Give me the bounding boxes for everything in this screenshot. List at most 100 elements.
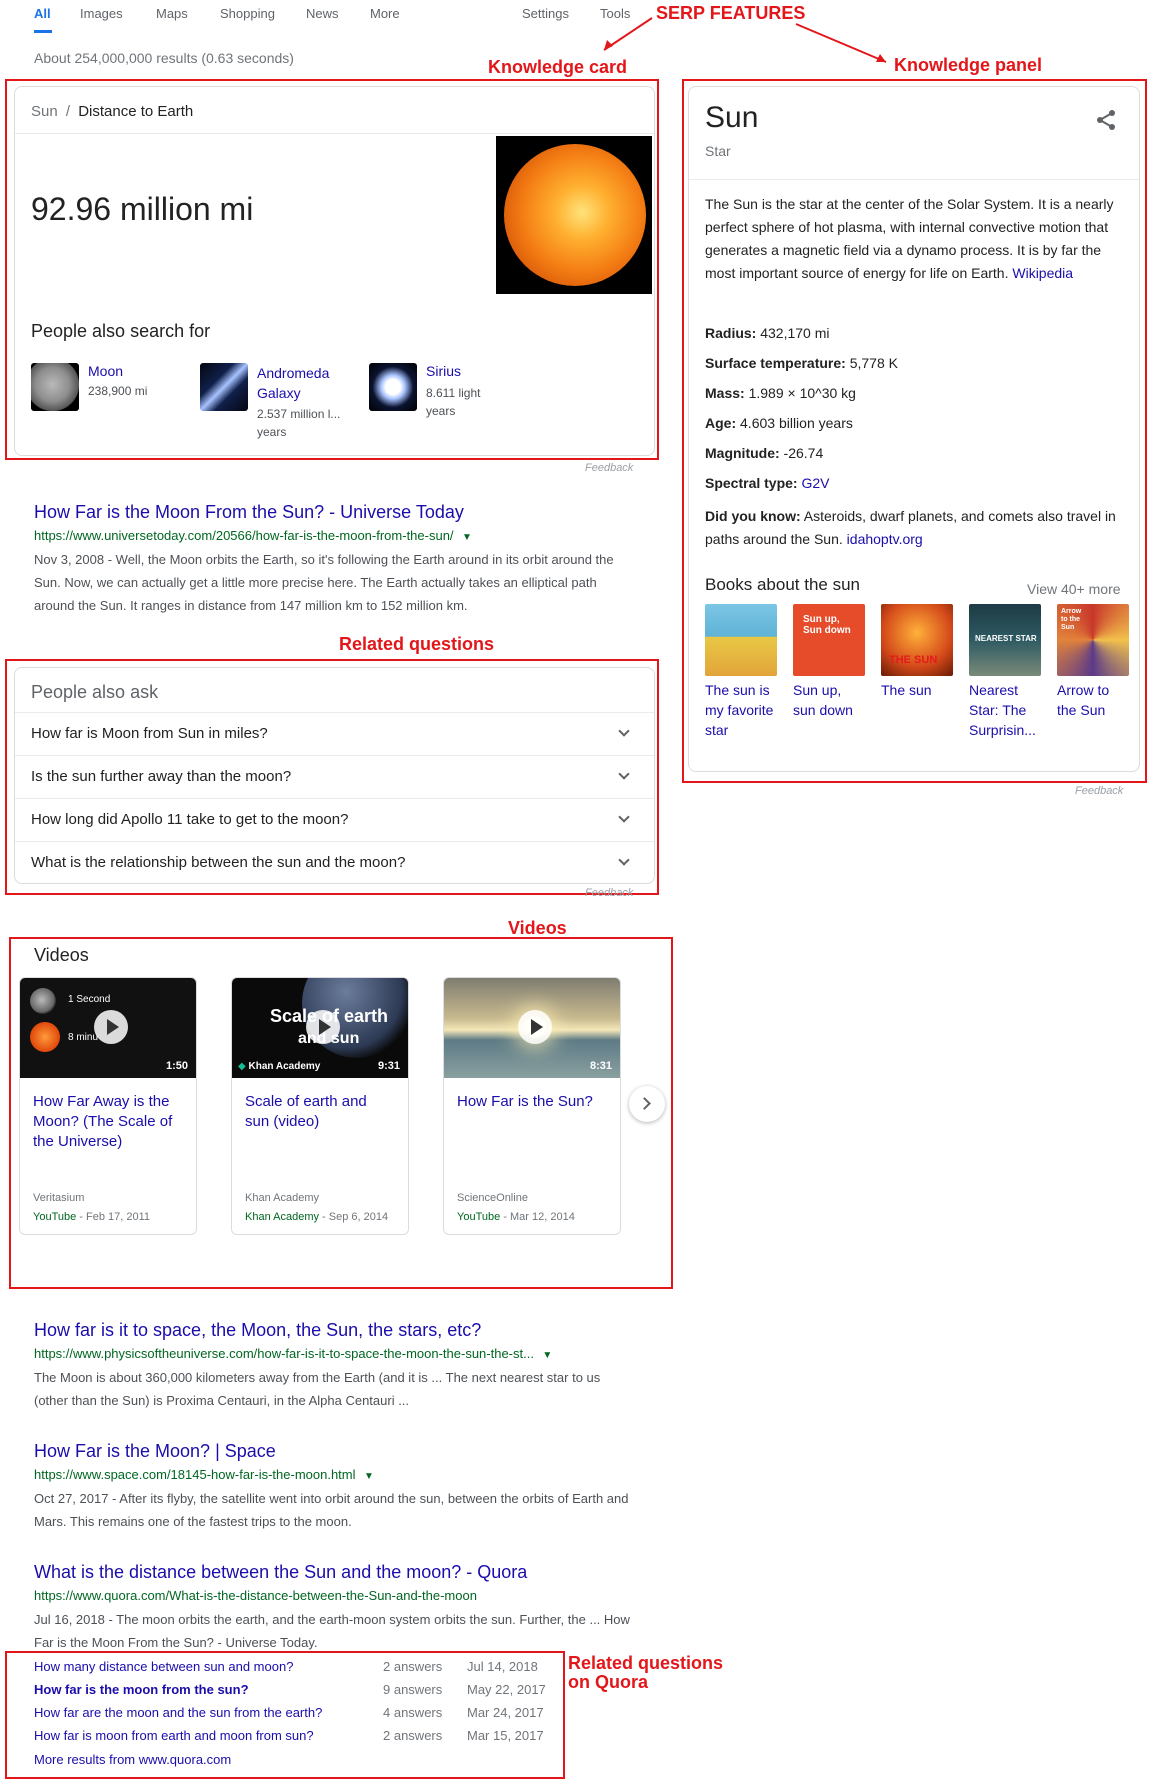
result-title[interactable]: What is the distance between the Sun and… xyxy=(34,1562,634,1583)
knowledge-panel-feedback[interactable]: Feedback xyxy=(1075,785,1123,797)
annotation-knowledge-card: Knowledge card xyxy=(488,57,628,77)
result-title[interactable]: How Far is the Moon From the Sun? - Univ… xyxy=(34,502,634,523)
video-card[interactable]: 8:31 How Far is the Sun? ScienceOnline Y… xyxy=(443,977,621,1235)
result-stats: About 254,000,000 results (0.63 seconds) xyxy=(34,50,294,66)
videos-heading: Videos xyxy=(34,945,89,965)
quora-question[interactable]: How far is the moon from the sun? xyxy=(34,1682,249,1697)
book-item[interactable]: The sun is my favorite star xyxy=(705,604,779,740)
paa-question[interactable]: How long did Apollo 11 take to get to th… xyxy=(15,798,654,841)
quora-question-row[interactable]: How far is moon from earth and moon from… xyxy=(34,1728,604,1748)
quora-more-results-link[interactable]: More results from www.quora.com xyxy=(34,1752,231,1767)
distance-answer: 92.96 million mi xyxy=(31,191,254,227)
book-title[interactable]: Arrow to the Sun xyxy=(1057,680,1131,720)
video-source: Khan Academy - Sep 6, 2014 xyxy=(245,1211,389,1223)
quora-date: May 22, 2017 xyxy=(467,1682,546,1697)
idahoptv-link[interactable]: idahoptv.org xyxy=(847,531,923,547)
knowledge-card-feedback[interactable]: Feedback xyxy=(585,462,633,474)
result-menu-caret-icon[interactable]: ▼ xyxy=(462,532,472,543)
book-title[interactable]: The sun is my favorite star xyxy=(705,680,779,740)
book-title[interactable]: The sun xyxy=(881,680,955,700)
video-thumbnail: Scale of earth and sun ◆ Khan Academy 9:… xyxy=(232,978,408,1078)
quora-question-row[interactable]: How many distance between sun and moon? … xyxy=(34,1659,604,1679)
also-search-name[interactable]: Moon xyxy=(88,363,123,379)
book-title[interactable]: Sun up, sun down xyxy=(793,680,867,720)
result-title[interactable]: How far is it to space, the Moon, the Su… xyxy=(34,1320,634,1341)
result-menu-caret-icon[interactable]: ▼ xyxy=(542,1350,552,1361)
quora-answers: 9 answers xyxy=(383,1682,443,1697)
result-menu-caret-icon[interactable]: ▼ xyxy=(364,1471,374,1482)
video-duration: 1:50 xyxy=(165,1060,188,1072)
videos-carousel: Videos 1 Second 8 minu 1:50 How Far Away… xyxy=(19,937,669,1287)
knowledge-card: Sun / Distance to Earth 92.96 million mi… xyxy=(14,86,655,456)
play-icon[interactable] xyxy=(306,1010,340,1044)
paa-question[interactable]: How far is Moon from Sun in miles? xyxy=(15,712,654,755)
video-title[interactable]: How Far is the Sun? xyxy=(457,1092,607,1112)
play-icon[interactable] xyxy=(94,1010,128,1044)
book-cover-text: Sun up, Sun down xyxy=(803,614,851,636)
book-item[interactable]: Sun up, Sun down Sun up, sun down xyxy=(793,604,867,720)
also-search-item-andromeda[interactable]: Andromeda Galaxy 2.537 million l... year… xyxy=(200,363,350,443)
divider xyxy=(15,133,654,134)
video-thumbnail: 8:31 xyxy=(444,978,620,1078)
quora-questions: How many distance between sun and moon? … xyxy=(34,1659,564,1775)
share-icon[interactable] xyxy=(1095,109,1117,131)
quora-more-row[interactable]: More results from www.quora.com xyxy=(34,1752,604,1772)
video-card[interactable]: 1 Second 8 minu 1:50 How Far Away is the… xyxy=(19,977,197,1235)
video-title[interactable]: How Far Away is the Moon? (The Scale of … xyxy=(33,1092,183,1152)
quora-question-row[interactable]: How far are the moon and the sun from th… xyxy=(34,1705,604,1725)
books-heading: Books about the sun xyxy=(705,575,861,594)
paa-question[interactable]: Is the sun further away than the moon? xyxy=(15,755,654,798)
also-search-item-moon[interactable]: Moon 238,900 mi xyxy=(31,363,181,443)
quora-date: Jul 14, 2018 xyxy=(467,1659,538,1674)
book-item[interactable]: Arrow to the Sun Arrow to the Sun xyxy=(1057,604,1131,720)
also-search-name[interactable]: Sirius xyxy=(426,363,461,379)
wikipedia-link[interactable]: Wikipedia xyxy=(1012,265,1073,281)
quora-question[interactable]: How far is moon from earth and moon from… xyxy=(34,1728,314,1743)
annotation-knowledge-panel: Knowledge panel xyxy=(894,55,1043,75)
khan-academy-badge: ◆ Khan Academy xyxy=(238,1061,321,1072)
people-also-ask-heading: People also ask xyxy=(31,682,159,702)
paa-question[interactable]: What is the relationship between the sun… xyxy=(15,841,654,884)
video-channel: ScienceOnline xyxy=(457,1192,528,1204)
result-url[interactable]: https://www.universetoday.com/20566/how-… xyxy=(34,528,454,543)
book-title[interactable]: Nearest Star: The Surprisin... xyxy=(969,680,1043,740)
result-url[interactable]: https://www.physicsoftheuniverse.com/how… xyxy=(34,1346,534,1361)
paa-feedback[interactable]: Feedback xyxy=(585,887,633,899)
book-cover-text: Arrow to the Sun xyxy=(1061,608,1082,631)
carousel-next-button[interactable] xyxy=(629,1086,665,1122)
paa-question-text: How far is Moon from Sun in miles? xyxy=(31,725,268,742)
panel-title: Sun xyxy=(705,101,759,134)
book-cover xyxy=(705,604,777,676)
search-result: How Far is the Moon? | Space https://www… xyxy=(34,1441,634,1533)
fact-surface-temperature: Surface temperature: 5,778 K xyxy=(705,355,898,371)
search-result: What is the distance between the Sun and… xyxy=(34,1562,634,1654)
video-title[interactable]: Scale of earth and sun (video) xyxy=(245,1092,395,1132)
chevron-down-icon xyxy=(618,811,630,823)
view-more-link[interactable]: View 40+ more xyxy=(1027,581,1121,597)
video-thumbnail: 1 Second 8 minu 1:50 xyxy=(20,978,196,1078)
sun-image[interactable] xyxy=(496,136,652,294)
annotation-related-questions: Related questions xyxy=(339,634,495,654)
play-icon[interactable] xyxy=(518,1010,552,1044)
result-snippet: Jul 16, 2018 - The moon orbits the earth… xyxy=(34,1612,630,1650)
quora-question[interactable]: How many distance between sun and moon? xyxy=(34,1659,293,1674)
moon-thumbnail xyxy=(31,363,79,411)
result-url[interactable]: https://www.quora.com/What-is-the-distan… xyxy=(34,1588,477,1603)
also-search-value: 238,900 mi xyxy=(88,384,148,398)
did-you-know: Did you know: Asteroids, dwarf planets, … xyxy=(705,508,1116,547)
result-url[interactable]: https://www.space.com/18145-how-far-is-t… xyxy=(34,1467,356,1482)
also-search-name[interactable]: Andromeda Galaxy xyxy=(257,363,352,403)
video-channel: Veritasium xyxy=(33,1192,85,1204)
quora-question[interactable]: How far are the moon and the sun from th… xyxy=(34,1705,322,1720)
result-title[interactable]: How Far is the Moon? | Space xyxy=(34,1441,634,1462)
books-carousel: The sun is my favorite star Sun up, Sun … xyxy=(705,604,1135,764)
breadcrumb-sun[interactable]: Sun xyxy=(31,103,58,120)
also-search-item-sirius[interactable]: Sirius 8.611 light years xyxy=(369,363,519,443)
quora-question-row[interactable]: How far is the moon from the sun? 9 answ… xyxy=(34,1682,604,1702)
book-item[interactable]: NEAREST STAR Nearest Star: The Surprisin… xyxy=(969,604,1043,740)
paa-question-text: Is the sun further away than the moon? xyxy=(31,768,292,785)
book-item[interactable]: THE SUN The sun xyxy=(881,604,955,700)
fact-spectral-type: Spectral type: G2V xyxy=(705,475,830,491)
video-card[interactable]: Scale of earth and sun ◆ Khan Academy 9:… xyxy=(231,977,409,1235)
moon-icon xyxy=(30,988,56,1014)
